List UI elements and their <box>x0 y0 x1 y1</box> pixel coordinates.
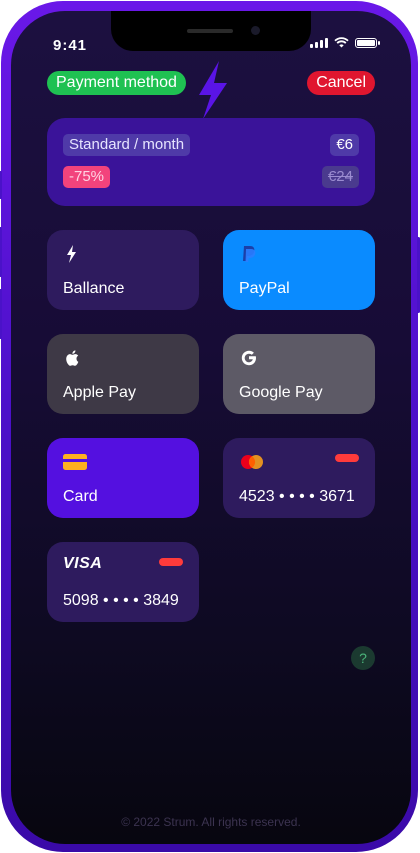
mastercard-number: 4523 • • • • 3671 <box>239 488 355 505</box>
method-card[interactable]: Card <box>47 438 199 518</box>
plan-summary: Standard / month €6 -75% €24 <box>47 118 375 206</box>
signal-icon <box>310 37 328 48</box>
bolt-icon <box>67 245 76 263</box>
method-card-label: Card <box>63 488 98 505</box>
saved-card-mastercard[interactable]: 4523 • • • • 3671 <box>223 438 375 518</box>
remove-card-mastercard-button[interactable] <box>335 454 359 462</box>
front-camera <box>251 26 260 35</box>
plan-name: Standard / month <box>63 134 191 156</box>
cancel-button[interactable]: Cancel <box>307 71 375 95</box>
old-price: €24 <box>321 166 359 188</box>
phone-frame: 9:41 Payment method Cancel Standard / mo… <box>0 1 420 852</box>
google-icon <box>241 350 256 366</box>
visa-number: 5098 • • • • 3849 <box>63 592 179 609</box>
volume-up-button <box>0 227 2 277</box>
method-paypal[interactable]: PayPal <box>223 230 375 310</box>
footer-copyright: © 2022 Strum. All rights reserved. <box>121 815 301 829</box>
battery-icon <box>355 37 380 48</box>
help-button[interactable]: ? <box>351 646 375 670</box>
mute-switch <box>0 171 2 199</box>
method-apple-pay-label: Apple Pay <box>63 384 136 401</box>
method-paypal-label: PayPal <box>239 280 290 297</box>
status-time: 9:41 <box>53 37 88 54</box>
mastercard-icon <box>241 455 263 469</box>
remove-card-visa-button[interactable] <box>159 558 183 566</box>
visa-logo: VISA <box>63 555 103 572</box>
paypal-icon <box>243 246 256 262</box>
bolt-logo-icon <box>199 61 227 119</box>
status-icons <box>310 37 380 48</box>
wifi-icon <box>334 37 349 48</box>
saved-card-visa[interactable]: VISA 5098 • • • • 3849 <box>47 542 199 622</box>
method-google-pay[interactable]: Google Pay <box>223 334 375 414</box>
method-apple-pay[interactable]: Apple Pay <box>47 334 199 414</box>
discount-badge: -75% <box>63 166 111 188</box>
method-balance[interactable]: Ballance <box>47 230 199 310</box>
notch <box>111 11 311 51</box>
screen: 9:41 Payment method Cancel Standard / mo… <box>11 11 411 844</box>
speaker <box>187 29 233 33</box>
plan-price: €6 <box>330 134 359 156</box>
method-google-pay-label: Google Pay <box>239 384 323 401</box>
page-title: Payment method <box>47 71 186 95</box>
card-icon <box>63 454 87 470</box>
volume-down-button <box>0 289 2 339</box>
method-balance-label: Ballance <box>63 280 125 297</box>
apple-icon <box>66 350 79 366</box>
